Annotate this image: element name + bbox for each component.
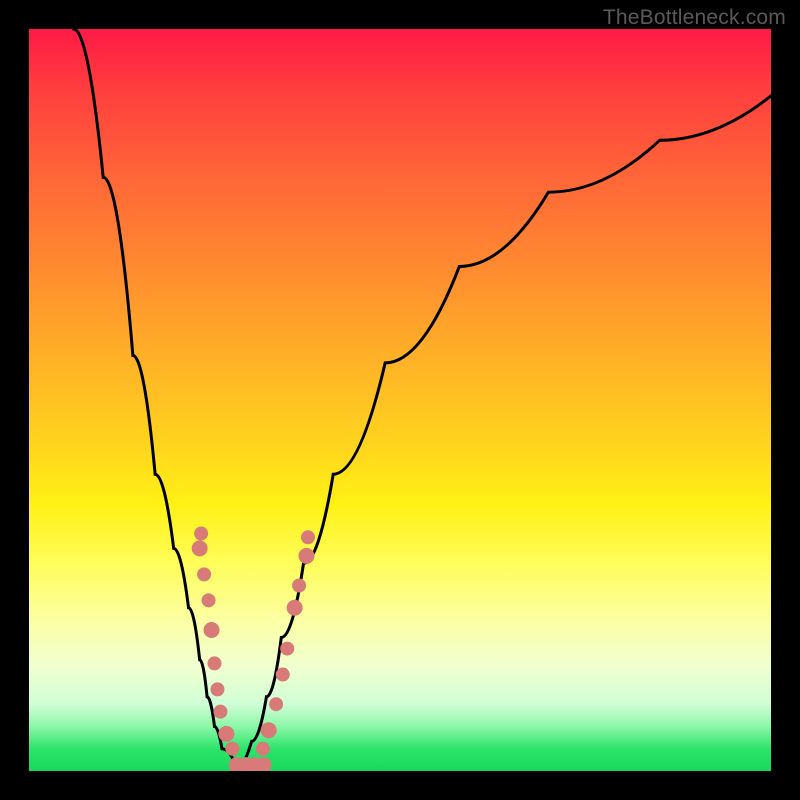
- marker-dot: [197, 567, 211, 581]
- marker-dot: [256, 742, 270, 756]
- marker-dot: [301, 530, 315, 544]
- curve-left-path: [74, 29, 237, 767]
- marker-dot: [269, 697, 283, 711]
- marker-dot: [299, 548, 315, 564]
- marker-dot: [192, 540, 208, 556]
- marker-dot: [218, 726, 234, 742]
- chart-plot-area: [29, 29, 771, 771]
- marker-dot: [287, 600, 303, 616]
- marker-dot: [276, 668, 290, 682]
- marker-dot: [261, 722, 277, 738]
- bottleneck-curve: [29, 29, 771, 771]
- marker-dot: [202, 593, 216, 607]
- watermark-text: TheBottleneck.com: [603, 6, 786, 30]
- marker-dot: [210, 682, 224, 696]
- marker-dot: [225, 742, 239, 756]
- marker-dot: [194, 527, 208, 541]
- marker-dot: [280, 642, 294, 656]
- marker-dots: [192, 527, 315, 771]
- marker-dot: [204, 622, 220, 638]
- marker-dot: [292, 579, 306, 593]
- marker-dot: [208, 656, 222, 670]
- marker-dot: [213, 705, 227, 719]
- curve-right-path: [237, 96, 771, 768]
